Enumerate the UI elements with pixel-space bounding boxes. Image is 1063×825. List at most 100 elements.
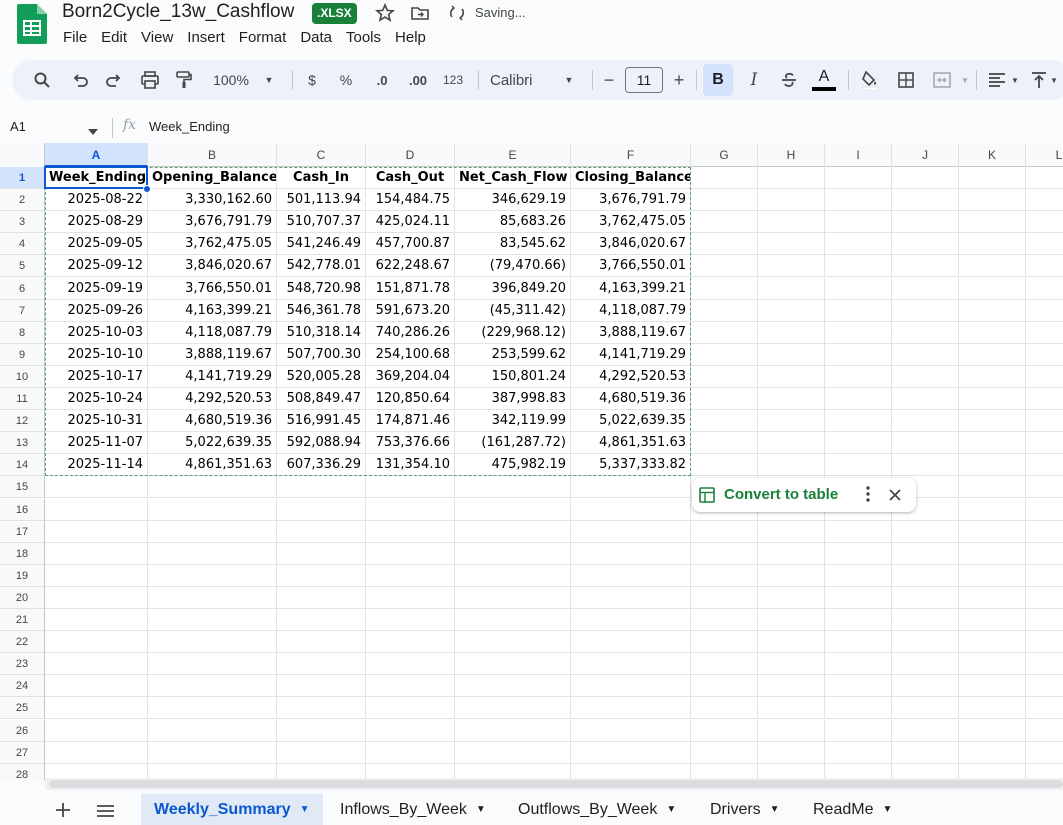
data-cell[interactable]: 131,354.10 (366, 454, 455, 477)
cell[interactable] (959, 520, 1026, 543)
cell[interactable] (758, 631, 825, 654)
cell[interactable] (366, 520, 455, 543)
cell[interactable] (277, 697, 366, 720)
cell[interactable] (959, 432, 1026, 455)
data-cell[interactable]: 622,248.67 (366, 255, 455, 278)
row-header-18[interactable]: 18 (0, 542, 45, 565)
cell[interactable] (959, 498, 1026, 521)
cell[interactable] (959, 454, 1026, 477)
cell[interactable] (571, 719, 691, 742)
cell[interactable] (959, 476, 1026, 499)
cell[interactable] (277, 609, 366, 632)
cell[interactable] (959, 388, 1026, 411)
row-header-10[interactable]: 10 (0, 365, 45, 388)
zoom-dropdown-icon[interactable]: ▼ (262, 68, 276, 92)
data-cell[interactable]: 4,118,087.79 (571, 299, 691, 322)
cell[interactable] (45, 741, 148, 764)
cell[interactable] (148, 564, 277, 587)
data-cell[interactable]: 346,629.19 (455, 189, 571, 212)
data-cell[interactable]: 546,361.78 (277, 299, 366, 322)
zoom-select[interactable]: 100% (208, 68, 254, 92)
borders-icon[interactable] (894, 68, 918, 92)
cell[interactable] (959, 719, 1026, 742)
cell[interactable] (825, 365, 892, 388)
data-cell[interactable]: 510,318.14 (277, 321, 366, 344)
menu-help[interactable]: Help (388, 29, 433, 47)
cell[interactable] (1026, 233, 1063, 256)
star-icon[interactable] (374, 2, 397, 23)
data-cell[interactable]: 508,849.47 (277, 388, 366, 411)
cell[interactable] (758, 255, 825, 278)
menu-insert[interactable]: Insert (180, 29, 232, 47)
cell[interactable] (959, 167, 1026, 190)
data-cell[interactable]: 4,163,399.21 (148, 299, 277, 322)
cell[interactable] (825, 653, 892, 676)
cell[interactable] (148, 631, 277, 654)
spreadsheet-grid[interactable]: ABCDEFGHIJKL 1 2 3 4 5 6 7 8 9 10 11 12 13 14 15 16 17 18… (0, 143, 1063, 780)
data-cell[interactable]: 2025-09-05 (45, 233, 148, 256)
cell[interactable] (691, 299, 758, 322)
cell[interactable] (892, 233, 959, 256)
cell[interactable] (758, 697, 825, 720)
cell[interactable] (758, 609, 825, 632)
header-cell[interactable]: Net_Cash_Flow (455, 167, 571, 190)
cell[interactable] (455, 542, 571, 565)
column-header-d[interactable]: D (366, 143, 455, 167)
cell[interactable] (691, 675, 758, 698)
horizontal-scrollbar[interactable] (45, 778, 1063, 790)
valign-dropdown-icon[interactable]: ▼ (1048, 68, 1060, 92)
data-cell[interactable]: 475,982.19 (455, 454, 571, 477)
cell[interactable] (148, 498, 277, 521)
cell[interactable] (825, 564, 892, 587)
cell[interactable] (366, 697, 455, 720)
cell[interactable] (691, 564, 758, 587)
cell[interactable] (825, 410, 892, 433)
sheet-tab-drivers[interactable]: Drivers ▼ (697, 794, 793, 825)
cell[interactable] (455, 586, 571, 609)
cell[interactable] (825, 233, 892, 256)
cell[interactable] (691, 542, 758, 565)
cell[interactable] (1026, 432, 1063, 455)
cell[interactable] (758, 586, 825, 609)
number-formats-button[interactable]: 123 (440, 68, 466, 92)
chevron-down-icon[interactable]: ▼ (476, 804, 486, 815)
cell[interactable] (691, 189, 758, 212)
cell[interactable] (825, 697, 892, 720)
cell[interactable] (758, 365, 825, 388)
data-cell[interactable]: (161,287.72) (455, 432, 571, 455)
data-cell[interactable]: 4,680,519.36 (571, 388, 691, 411)
cell[interactable] (892, 741, 959, 764)
cell[interactable] (959, 321, 1026, 344)
data-cell[interactable]: 4,141,719.29 (148, 365, 277, 388)
cell[interactable] (691, 741, 758, 764)
cell[interactable] (758, 321, 825, 344)
data-cell[interactable]: 753,376.66 (366, 432, 455, 455)
cell[interactable] (691, 719, 758, 742)
cell[interactable] (892, 321, 959, 344)
cell[interactable] (691, 255, 758, 278)
scrollbar-thumb[interactable] (49, 780, 1063, 788)
menu-format[interactable]: Format (232, 29, 294, 47)
cell[interactable] (959, 277, 1026, 300)
data-cell[interactable]: 548,720.98 (277, 277, 366, 300)
data-cell[interactable]: 516,991.45 (277, 410, 366, 433)
sheets-logo-icon[interactable] (17, 4, 47, 44)
cell[interactable] (825, 167, 892, 190)
cell[interactable] (1026, 476, 1063, 499)
percent-format-button[interactable]: % (336, 68, 356, 92)
cell[interactable] (1026, 697, 1063, 720)
data-cell[interactable]: 396,849.20 (455, 277, 571, 300)
cell[interactable] (758, 211, 825, 234)
data-cell[interactable]: (45,311.42) (455, 299, 571, 322)
row-header-15[interactable]: 15 (0, 476, 45, 499)
cell[interactable] (825, 211, 892, 234)
data-cell[interactable]: 2025-08-22 (45, 189, 148, 212)
name-box[interactable]: A1 (10, 119, 26, 134)
cell[interactable] (691, 454, 758, 477)
data-cell[interactable]: 369,204.04 (366, 365, 455, 388)
cell[interactable] (959, 343, 1026, 366)
name-box-dropdown-icon[interactable] (88, 122, 98, 140)
cell[interactable] (455, 520, 571, 543)
cell[interactable] (892, 675, 959, 698)
cell[interactable] (148, 609, 277, 632)
